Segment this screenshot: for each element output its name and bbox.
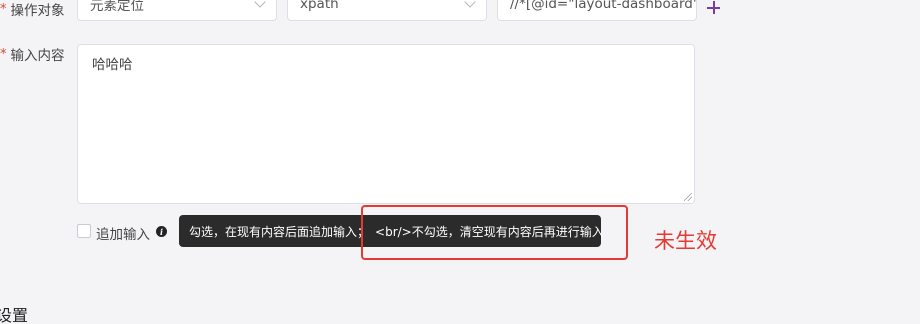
locator-value-text: //*[@id="layout-dashboard"]/s xyxy=(510,0,697,12)
append-label[interactable]: 追加输入 xyxy=(96,223,150,243)
locator-type-value: 元素定位 xyxy=(90,0,144,14)
required-asterisk: * xyxy=(0,46,7,62)
content-text: 哈哈哈 xyxy=(92,57,133,73)
step-form: * 操作对象 元素定位 xpath //*[@id="layout-dashbo… xyxy=(0,0,920,324)
content-label: * 输入内容 xyxy=(0,45,65,65)
tooltip-text-checked: 勾选，在现有内容后面追加输入； xyxy=(189,224,370,239)
annotation-label: 未生效 xyxy=(654,229,717,253)
chevron-down-icon xyxy=(254,0,266,8)
content-label-text: 输入内容 xyxy=(10,48,65,64)
locator-value-input[interactable]: //*[@id="layout-dashboard"]/s xyxy=(497,0,697,21)
content-textarea[interactable]: 哈哈哈 xyxy=(77,44,695,204)
plus-icon[interactable] xyxy=(703,0,725,19)
target-label: * 操作对象 xyxy=(0,0,65,20)
chevron-down-icon xyxy=(464,0,476,8)
annotation-box xyxy=(361,205,628,260)
append-checkbox[interactable] xyxy=(77,224,91,238)
section-title: 设置 xyxy=(0,306,29,324)
resize-handle[interactable] xyxy=(684,193,692,201)
info-icon[interactable]: i xyxy=(156,226,167,237)
locator-type-select[interactable]: 元素定位 xyxy=(77,0,277,21)
locator-method-select[interactable]: xpath xyxy=(287,0,487,21)
locator-method-value: xpath xyxy=(300,0,339,12)
required-asterisk: * xyxy=(0,1,7,17)
target-label-text: 操作对象 xyxy=(10,3,65,19)
